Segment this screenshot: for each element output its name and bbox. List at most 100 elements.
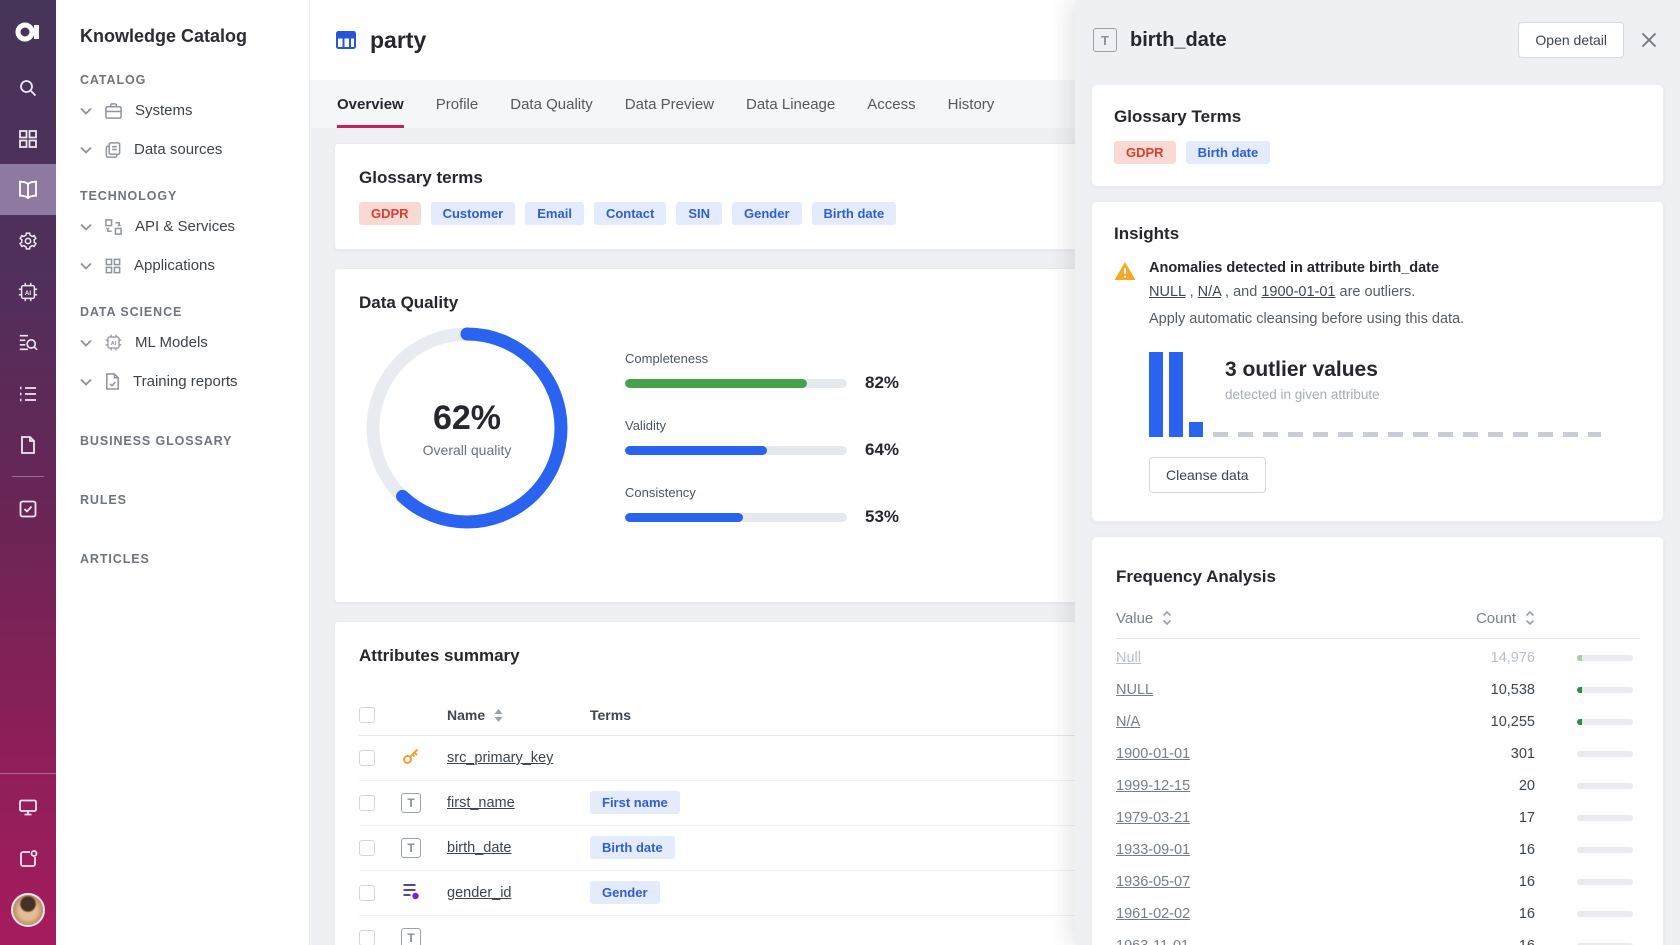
page-title: party [370, 27, 426, 54]
tab-data-lineage[interactable]: Data Lineage [746, 80, 835, 128]
value-link[interactable]: N/A [1116, 714, 1140, 730]
document-icon[interactable] [0, 419, 56, 470]
chevron-down-icon[interactable] [80, 107, 92, 115]
list-icon[interactable] [0, 368, 56, 419]
systems-briefcase-icon [104, 102, 123, 120]
outlier-value-link[interactable]: N/A [1198, 284, 1221, 300]
attribute-link[interactable]: src_primary_key [447, 750, 553, 766]
term-chip-birth-date[interactable]: Birth date [1186, 141, 1271, 164]
quality-metrics: Completeness 82% Validity 64% [625, 325, 925, 552]
dashboard-icon[interactable] [0, 113, 56, 164]
tab-data-preview[interactable]: Data Preview [625, 80, 714, 128]
value-link[interactable]: NULL [1116, 682, 1153, 698]
tab-overview[interactable]: Overview [337, 80, 404, 128]
svg-text:AI: AI [25, 289, 32, 296]
outlier-value-link[interactable]: 1900-01-01 [1261, 284, 1335, 300]
frequency-bar [1577, 783, 1633, 789]
sort-icon[interactable] [1525, 611, 1535, 625]
settings-gear-icon[interactable] [0, 215, 56, 266]
attribute-detail-panel: T birth_date Open detail Glossary Terms … [1075, 0, 1680, 945]
term-chip-gdpr[interactable]: GDPR [359, 202, 421, 225]
data-quality-icon[interactable] [0, 317, 56, 368]
tab-history[interactable]: History [948, 80, 995, 128]
user-avatar[interactable] [0, 884, 56, 935]
row-checkbox[interactable] [359, 930, 375, 945]
select-all-checkbox[interactable] [359, 707, 375, 723]
row-checkbox[interactable] [359, 750, 375, 766]
nav-item-rules[interactable]: RULES [80, 480, 291, 519]
chevron-down-icon[interactable] [80, 262, 92, 270]
chevron-down-icon[interactable] [80, 339, 92, 347]
close-icon[interactable] [1640, 31, 1658, 49]
list-item: 1933-09-01 16 [1116, 836, 1639, 863]
tab-access[interactable]: Access [867, 80, 915, 128]
outlier-headline: 3 outlier values [1225, 358, 1380, 382]
term-chip-sin[interactable]: SIN [676, 202, 722, 225]
ataccama-logo-icon[interactable] [0, 0, 56, 62]
nav-section-data-science: DATA SCIENCE [80, 305, 291, 319]
text-attribute-icon: T [401, 793, 421, 813]
tasks-icon[interactable] [0, 483, 56, 534]
nav-item-training-reports[interactable]: Training reports [80, 362, 291, 401]
outlier-bar [1149, 352, 1163, 437]
term-chip[interactable]: First name [590, 791, 680, 814]
value-link[interactable]: 1936-05-07 [1116, 874, 1190, 890]
nav-section-catalog: CATALOG [80, 73, 291, 87]
search-icon[interactable] [0, 62, 56, 113]
nav-item-data-sources[interactable]: Data sources [80, 130, 291, 169]
row-checkbox[interactable] [359, 885, 375, 901]
row-checkbox[interactable] [359, 795, 375, 811]
nav-item-api-services[interactable]: API & Services [80, 207, 291, 246]
value-link[interactable]: 1979-03-21 [1116, 810, 1190, 826]
frequency-bar [1577, 751, 1633, 757]
overall-quality-value: 62% [433, 399, 501, 438]
chevron-down-icon[interactable] [80, 223, 92, 231]
ai-chip-icon[interactable]: AI [0, 266, 56, 317]
column-header-name: Name [447, 707, 485, 723]
value-link[interactable]: 1963-11-01 [1116, 938, 1189, 945]
term-chip[interactable]: Birth date [590, 836, 675, 859]
workspace-icon[interactable] [0, 833, 56, 884]
tab-profile[interactable]: Profile [436, 80, 479, 128]
value-link[interactable]: 1999-12-15 [1116, 778, 1190, 794]
outlier-bar [1169, 352, 1183, 437]
term-chip-birth-date[interactable]: Birth date [812, 202, 897, 225]
outlier-value-link[interactable]: NULL [1149, 284, 1186, 300]
open-detail-button[interactable]: Open detail [1518, 22, 1624, 58]
chevron-down-icon[interactable] [80, 146, 92, 154]
sort-icon[interactable] [1162, 611, 1172, 625]
nav-item-business-glossary[interactable]: BUSINESS GLOSSARY [80, 421, 291, 460]
value-link[interactable]: 1933-09-01 [1116, 842, 1190, 858]
chevron-down-icon[interactable] [80, 378, 92, 386]
nav-item-systems[interactable]: Systems [80, 91, 291, 130]
attribute-link[interactable]: gender_id [447, 885, 512, 901]
value-link[interactable]: 1900-01-01 [1116, 746, 1190, 762]
term-chip-gender[interactable]: Gender [732, 202, 802, 225]
reference-attribute-icon [401, 881, 421, 906]
completeness-value: 82% [865, 373, 899, 393]
nav-item-label: Systems [135, 102, 193, 119]
sort-icon[interactable] [494, 709, 503, 722]
nav-item-ml-models[interactable]: AI ML Models [80, 323, 291, 362]
api-services-icon [104, 218, 123, 236]
monitoring-icon[interactable] [0, 782, 56, 833]
catalog-book-icon[interactable] [0, 164, 56, 215]
anomaly-alert: Anomalies detected in attribute birth_da… [1114, 260, 1641, 330]
cleanse-data-button[interactable]: Cleanse data [1149, 457, 1266, 493]
value-link[interactable]: Null [1116, 650, 1141, 666]
attribute-link[interactable]: birth_date [447, 840, 512, 856]
nav-item-applications[interactable]: Applications [80, 246, 291, 285]
term-chip-customer[interactable]: Customer [431, 202, 516, 225]
term-chip-gdpr[interactable]: GDPR [1114, 141, 1176, 164]
term-chip-email[interactable]: Email [525, 202, 584, 225]
nav-item-articles[interactable]: ARTICLES [80, 539, 291, 578]
nav-item-label: Training reports [133, 373, 238, 390]
frequency-bar [1577, 719, 1633, 725]
list-item: 1900-01-01 301 [1116, 740, 1639, 767]
attribute-link[interactable]: first_name [447, 795, 515, 811]
tab-data-quality[interactable]: Data Quality [510, 80, 593, 128]
term-chip-contact[interactable]: Contact [594, 202, 666, 225]
row-checkbox[interactable] [359, 840, 375, 856]
value-link[interactable]: 1961-02-02 [1116, 906, 1190, 922]
term-chip[interactable]: Gender [590, 881, 660, 904]
